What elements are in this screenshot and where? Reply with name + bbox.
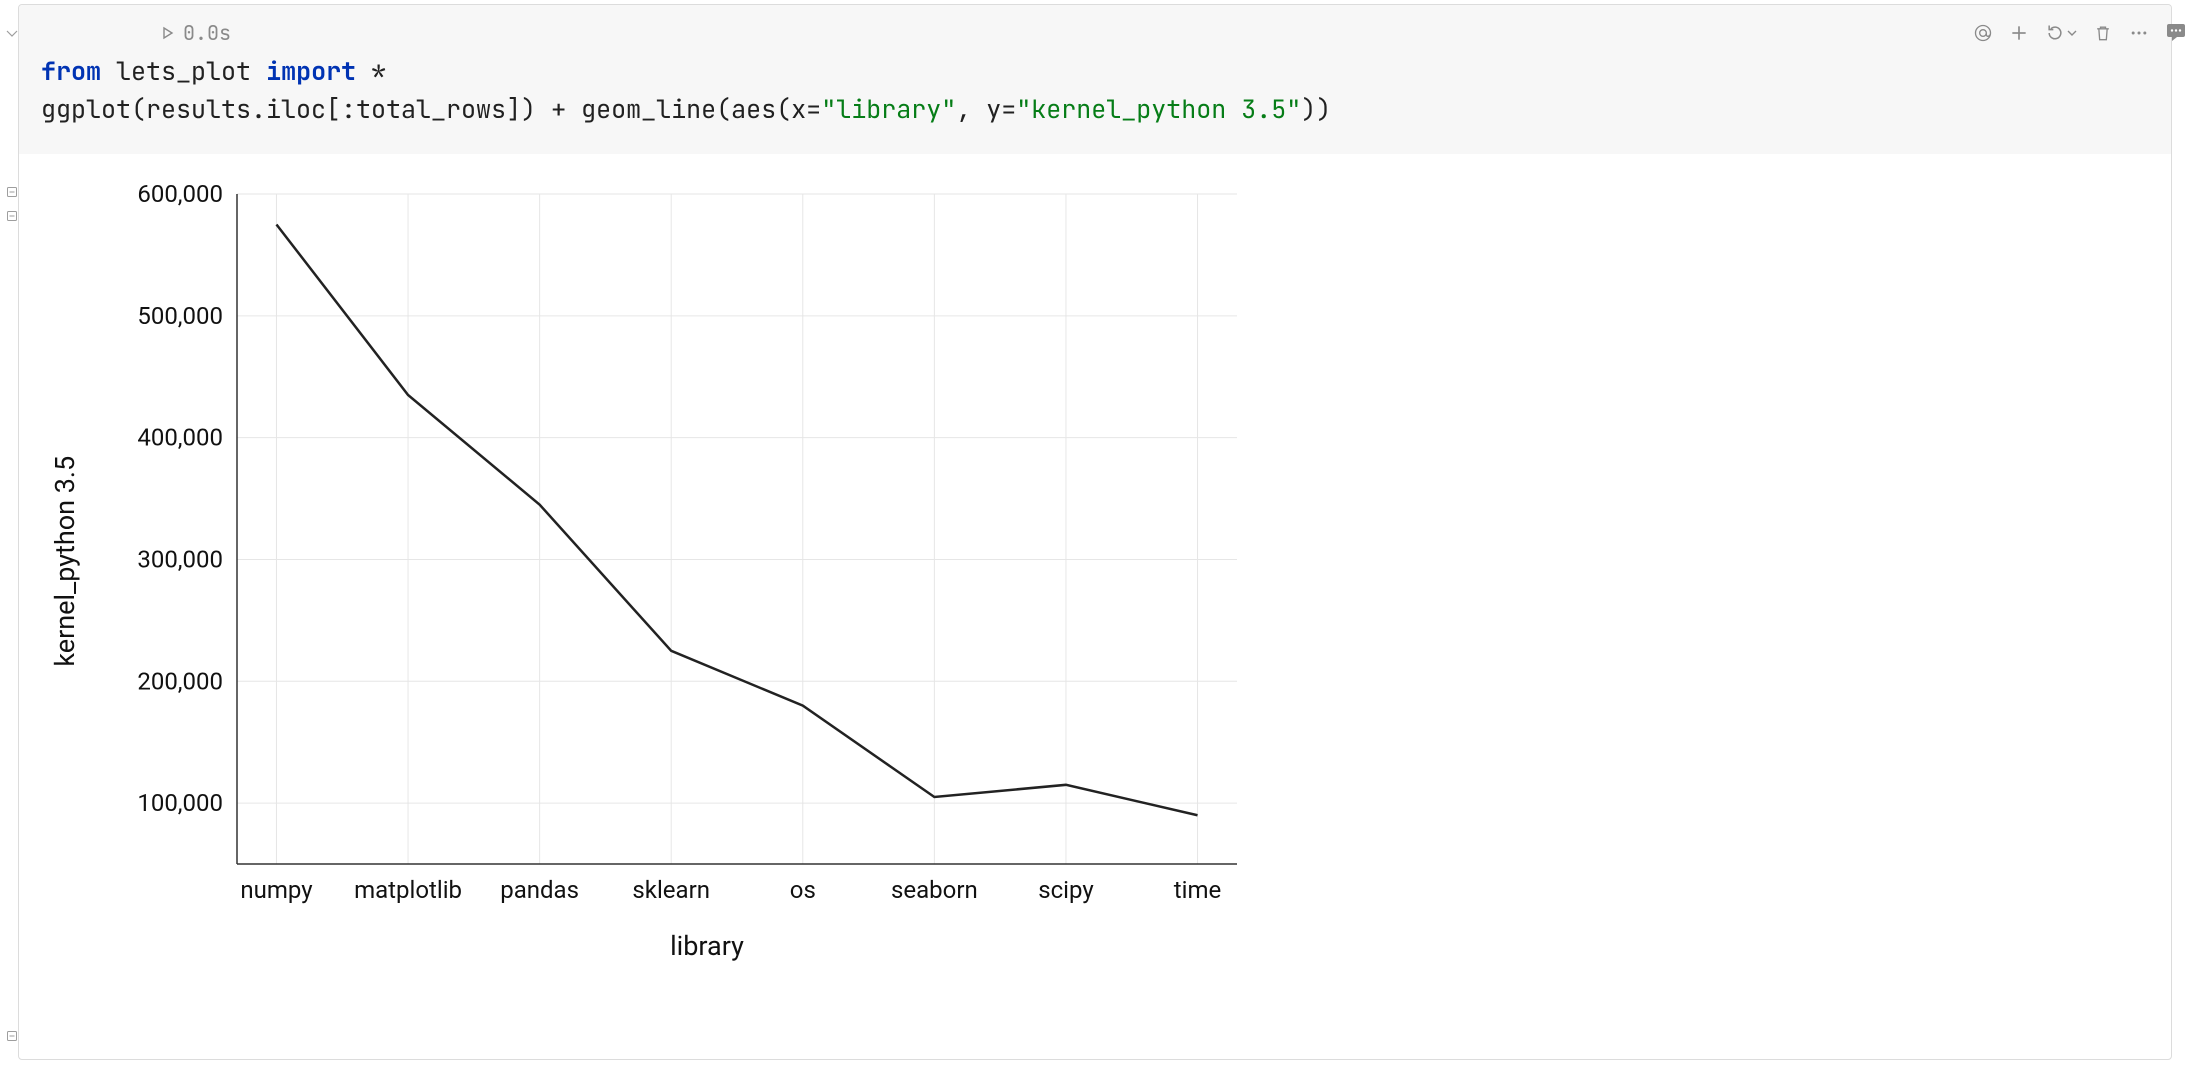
svg-text:400,000: 400,000 [137,424,223,452]
svg-text:300,000: 300,000 [137,545,223,573]
fold-handle-bottom[interactable] [5,1029,19,1043]
plus: + [551,92,566,126]
y-axis-label: kernel_python 3.5 [49,456,81,667]
restart-icon[interactable] [2045,23,2077,43]
star: * [371,54,386,88]
x-param: x= [791,92,821,126]
svg-text:matplotlib: matplotlib [354,876,462,904]
svg-text:os: os [790,876,816,904]
cell-toolbar [1973,23,2149,43]
comma: , [956,92,986,126]
cell-output: kernel_python 3.5 library 100,000200,000… [19,154,2171,994]
plot-svg: 100,000 200,000 300,000 400,000 500,000 600,0… [97,174,1247,954]
plus-icon[interactable] [2009,23,2029,43]
x-val: "library" [821,92,956,126]
fold-handle-top[interactable] [5,27,19,41]
svg-text:pandas: pandas [500,876,579,904]
svg-text:500,000: 500,000 [137,302,223,330]
svg-text:600,000: 600,000 [137,180,223,208]
svg-text:sklearn: sklearn [632,876,710,904]
at-icon[interactable] [1973,23,1993,43]
arg1: results.iloc[:total_rows] [146,92,521,126]
code-input[interactable]: 0.0s from lets_plot [19,5,2171,154]
fn-geomline: geom_line [581,92,716,126]
svg-text:time: time [1174,876,1221,904]
svg-text:100,000: 100,000 [137,789,223,817]
fold-handle-mid2[interactable] [5,209,19,223]
more-icon[interactable] [2129,23,2149,43]
svg-text:seaborn: seaborn [891,876,978,904]
svg-text:numpy: numpy [240,876,313,904]
kw-import: import [266,54,356,88]
fold-handle-mid[interactable] [5,185,19,199]
fn-ggplot: ggplot [41,92,131,126]
code-cell: 0.0s from lets_plot [18,4,2172,1060]
module: lets_plot [116,54,251,88]
svg-text:200,000: 200,000 [137,667,223,695]
y-val: "kernel_python 3.5" [1016,92,1301,126]
y-param: y= [986,92,1016,126]
trash-icon[interactable] [2093,23,2113,43]
fn-aes: aes [731,92,776,126]
run-time: 0.0s [183,18,231,48]
kw-from: from [41,54,101,88]
svg-text:scipy: scipy [1038,876,1094,904]
chart: kernel_python 3.5 library 100,000200,000… [47,174,1247,974]
comment-icon[interactable] [2164,20,2188,44]
gutter [5,5,19,1059]
